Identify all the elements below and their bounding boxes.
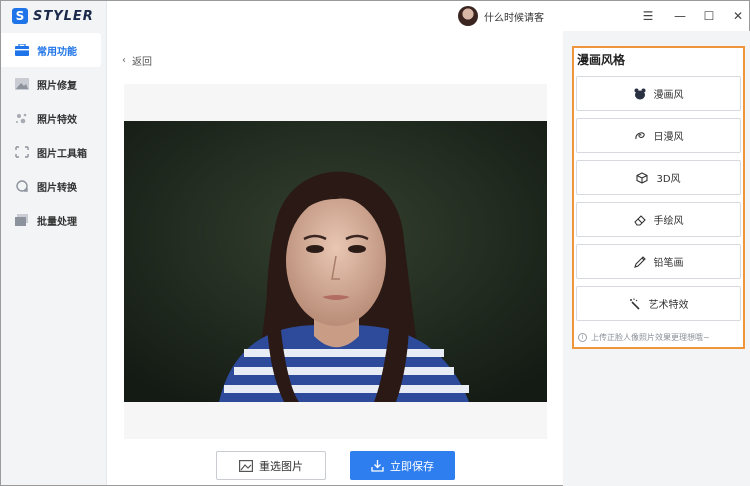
- sidebar-item-label: 常用功能: [37, 46, 77, 58]
- pencil-icon: [633, 255, 646, 268]
- download-icon: [371, 460, 384, 472]
- logo-text: STYLER: [33, 8, 94, 24]
- portrait-photo-illustration: [124, 121, 547, 402]
- save-button[interactable]: 立即保存: [350, 451, 455, 480]
- image-preview-area: [124, 84, 547, 439]
- avatar[interactable]: [458, 6, 478, 26]
- style-anime-button[interactable]: 日漫风: [576, 118, 741, 153]
- hint-text: 上传正脸人像照片效果更理想哦~: [591, 333, 710, 342]
- comic-style-panel: 漫画风格 漫画风 日漫风 3D风 手绘风 铅笔画 艺术特效 i 上传正脸人像照片…: [572, 46, 745, 349]
- bear-icon: [634, 88, 645, 99]
- username: 什么时候请客: [484, 12, 544, 24]
- style-label: 手绘风: [653, 216, 684, 227]
- info-icon: i: [578, 333, 587, 342]
- eraser-icon: [633, 214, 646, 226]
- save-label: 立即保存: [390, 459, 434, 473]
- style-label: 日漫风: [653, 132, 684, 143]
- sidebar-item-effects[interactable]: 照片特效: [1, 101, 107, 135]
- cube-icon: [636, 171, 649, 184]
- minimize-icon[interactable]: —: [673, 9, 687, 23]
- briefcase-icon: [15, 44, 29, 56]
- close-icon[interactable]: ✕: [731, 9, 745, 23]
- sidebar-item-common[interactable]: 常用功能: [1, 33, 101, 67]
- menu-icon[interactable]: ☰: [641, 9, 655, 23]
- style-label: 漫画风: [653, 90, 684, 101]
- back-button[interactable]: ‹ 返回: [122, 53, 152, 68]
- image-icon: [15, 78, 29, 90]
- app-logo: S STYLER: [12, 8, 94, 24]
- sidebar-item-repair[interactable]: 照片修复: [1, 67, 107, 101]
- sidebar-item-label: 图片转换: [37, 182, 77, 194]
- sidebar-item-toolbox[interactable]: 图片工具箱: [1, 135, 107, 169]
- style-label: 铅笔画: [653, 258, 684, 269]
- logo-mark: S: [12, 8, 28, 24]
- reselect-label: 重选图片: [259, 459, 303, 473]
- style-3d-button[interactable]: 3D风: [576, 160, 741, 195]
- crop-icon: [15, 146, 29, 158]
- user-profile[interactable]: 什么时候请客: [458, 6, 544, 26]
- chevron-left-icon: ‹: [122, 55, 126, 66]
- upload-hint: i 上传正脸人像照片效果更理想哦~: [578, 332, 710, 343]
- style-hand-drawn-button[interactable]: 手绘风: [576, 202, 741, 237]
- maximize-icon[interactable]: ☐: [702, 9, 716, 23]
- sidebar-item-label: 批量处理: [37, 216, 77, 228]
- back-label: 返回: [132, 57, 152, 68]
- style-art-effect-button[interactable]: 艺术特效: [576, 286, 741, 321]
- style-label: 3D风: [656, 174, 681, 185]
- magic-wand-icon: [629, 298, 640, 310]
- style-label: 艺术特效: [648, 300, 689, 311]
- sidebar-item-label: 照片特效: [37, 114, 77, 126]
- sidebar-item-convert[interactable]: 图片转换: [1, 169, 107, 203]
- style-pencil-button[interactable]: 铅笔画: [576, 244, 741, 279]
- panel-title: 漫画风格: [577, 53, 626, 67]
- sidebar: S STYLER 常用功能 照片修复 照片特效 图片工具箱 图片转换 批量处理: [1, 1, 107, 485]
- swirl-icon: [634, 131, 645, 139]
- sparkle-icon: [16, 113, 27, 124]
- portrait-photo: [124, 121, 547, 402]
- batch-icon: [15, 214, 28, 226]
- reselect-image-button[interactable]: 重选图片: [216, 451, 326, 480]
- sidebar-item-batch[interactable]: 批量处理: [1, 203, 107, 237]
- style-options: 漫画风 日漫风 3D风 手绘风 铅笔画 艺术特效: [576, 76, 741, 328]
- convert-icon: [16, 180, 28, 192]
- sidebar-nav: 常用功能 照片修复 照片特效 图片工具箱 图片转换 批量处理: [1, 33, 107, 237]
- sidebar-item-label: 照片修复: [37, 80, 77, 92]
- sidebar-item-label: 图片工具箱: [37, 148, 87, 160]
- style-comic-button[interactable]: 漫画风: [576, 76, 741, 111]
- title-bar: 什么时候请客 ☰ — ☐ ✕: [108, 1, 749, 31]
- image-icon: [239, 459, 253, 472]
